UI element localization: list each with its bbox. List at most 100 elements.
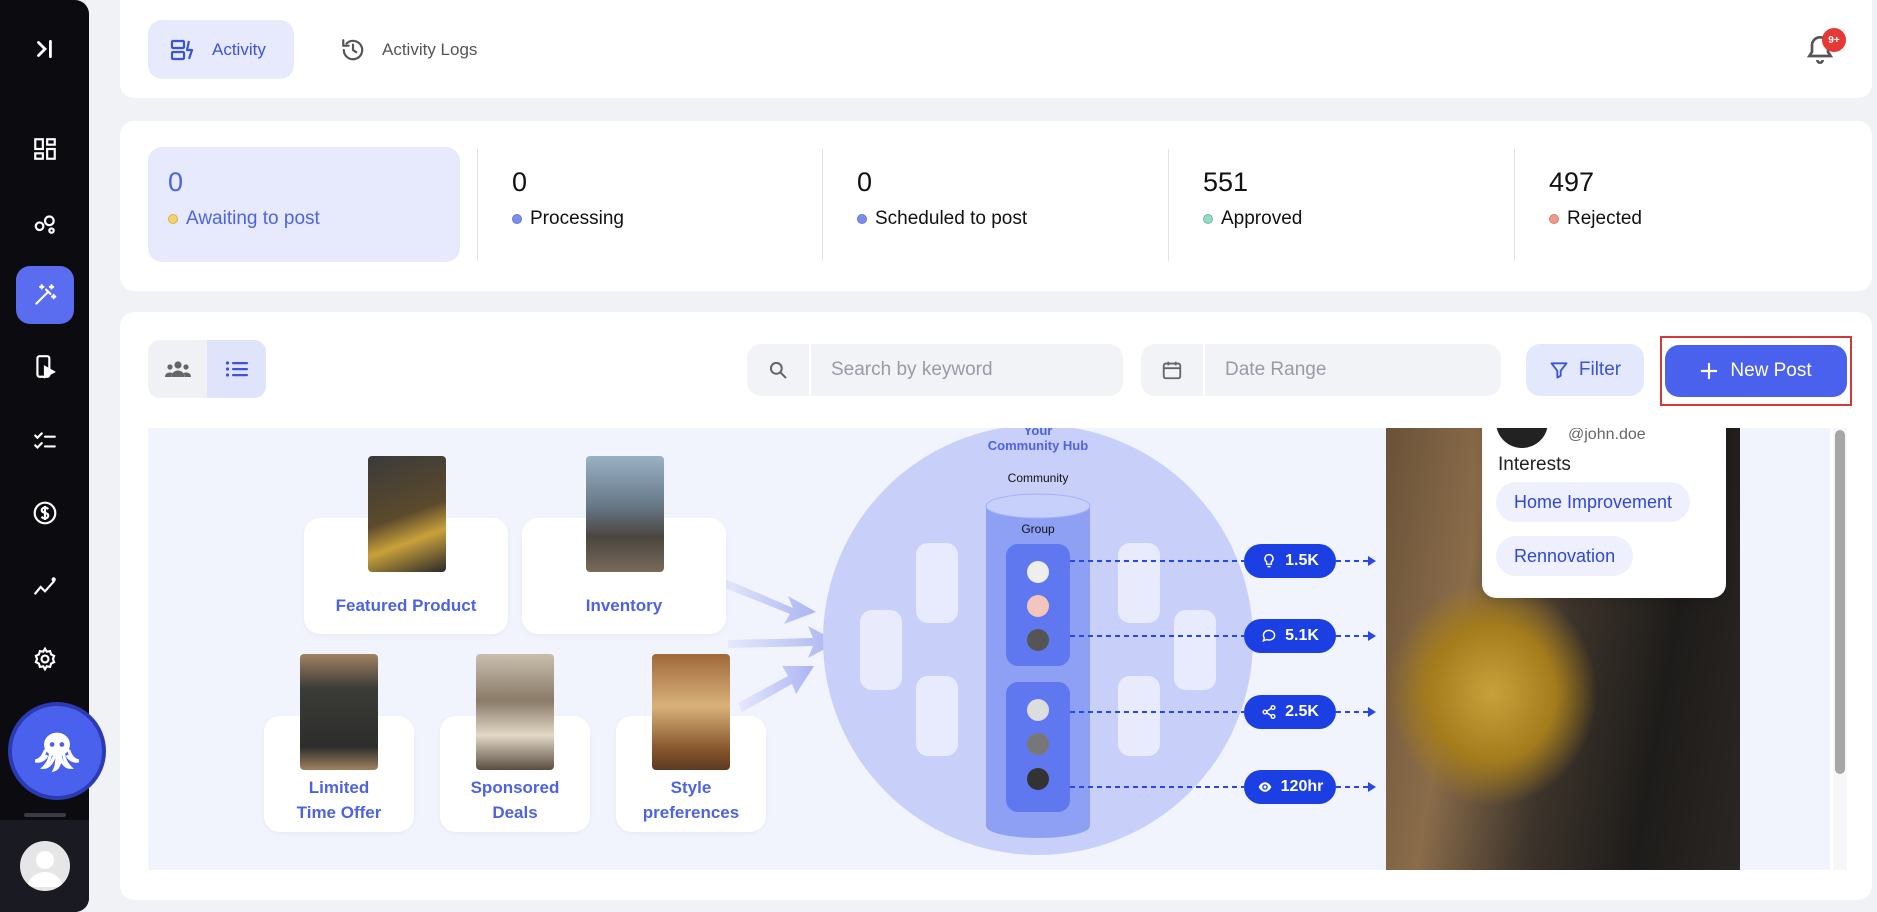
stat-value: 497 — [1549, 167, 1595, 197]
stat-label: Processing — [530, 208, 624, 229]
hub-title-line-2: Community Hub — [987, 437, 1089, 453]
comment-icon — [1262, 629, 1276, 642]
metric-ideas-pill: 1.5K — [1244, 544, 1336, 578]
collapse-sidebar-button[interactable] — [16, 20, 74, 78]
stat-value: 0 — [168, 167, 184, 197]
sidebar-item-dashboard[interactable] — [16, 120, 74, 178]
analytics-icon — [34, 577, 56, 595]
stat-label: Approved — [1221, 208, 1303, 229]
inventory-label: Inventory — [585, 596, 663, 615]
plus-icon — [1701, 362, 1718, 380]
featured-product-label: Featured Product — [335, 596, 477, 615]
filter-label: Filter — [1578, 359, 1622, 380]
sidebar — [0, 0, 102, 912]
octopus-icon — [34, 732, 80, 773]
limited-offer-label: Limited Time Offer — [264, 776, 414, 825]
interest-chip: Home Improvement — [1496, 482, 1691, 522]
avatar[interactable] — [19, 841, 70, 891]
group-view-button[interactable] — [148, 340, 207, 398]
stat-label: Scheduled to post — [875, 208, 1028, 229]
share-icon — [1262, 705, 1276, 719]
stat-rejected[interactable]: 497 Rejected — [1529, 147, 1849, 262]
new-post-button[interactable]: New Post — [1665, 345, 1847, 397]
group-icon — [164, 361, 191, 377]
metric-value: 5.1K — [1285, 627, 1319, 644]
group-label: Group — [1021, 522, 1055, 536]
date-range-box: Date Range — [1141, 344, 1501, 396]
stat-value: 0 — [857, 167, 873, 197]
limited-offer-image — [300, 654, 378, 770]
list-view-button[interactable] — [207, 340, 266, 398]
limited-offer-label-line-2: Time Offer — [296, 802, 382, 822]
divider — [1514, 149, 1515, 261]
sidebar-item-community[interactable] — [16, 194, 74, 252]
status-dot — [512, 214, 522, 224]
metric-value: 1.5K — [1285, 552, 1319, 569]
notification-badge: 9+ — [1822, 28, 1846, 52]
new-post-label: New Post — [1730, 360, 1812, 381]
history-icon — [342, 38, 364, 60]
user-menu[interactable] — [0, 820, 89, 912]
tab-activity-label: Activity — [212, 39, 266, 59]
sidebar-item-settings[interactable] — [16, 630, 74, 688]
top-bar: Activity Activity Logs 9+ — [120, 0, 1872, 98]
style-preferences-image — [652, 654, 730, 770]
sidebar-item-tasks[interactable] — [16, 412, 74, 470]
sidebar-item-media[interactable] — [16, 338, 74, 396]
divider — [1168, 149, 1169, 261]
status-summary: 0 Awaiting to post 0 Processing 0 Schedu… — [120, 121, 1872, 291]
checklist-icon — [34, 432, 56, 450]
scrollbar-thumb[interactable] — [1835, 430, 1845, 774]
collapse-sidebar-icon — [37, 40, 52, 58]
profile-handle: @john.doe — [1568, 428, 1646, 443]
eye-icon — [1258, 782, 1272, 792]
search-button[interactable] — [747, 344, 811, 396]
stat-processing[interactable]: 0 Processing — [492, 147, 812, 262]
style-preferences-label: Style preferences — [616, 776, 766, 825]
sidebar-item-magic[interactable] — [16, 266, 74, 324]
stat-value: 0 — [512, 167, 528, 197]
sponsored-deals-image — [476, 654, 554, 770]
community-icon — [34, 215, 55, 234]
stat-scheduled[interactable]: 0 Scheduled to post — [837, 147, 1157, 262]
profile-avatar — [1496, 428, 1548, 448]
search-box: Search by keyword — [747, 344, 1123, 396]
interest-chip: Rennovation — [1496, 536, 1634, 576]
sponsored-deals-label-line-2: Deals — [492, 802, 538, 822]
metric-comments-pill: 5.1K — [1244, 619, 1336, 653]
stat-awaiting[interactable]: 0 Awaiting to post — [148, 147, 460, 262]
status-dot — [857, 214, 867, 224]
date-range-input[interactable]: Date Range — [1205, 359, 1326, 381]
filter-button[interactable]: Filter — [1526, 344, 1644, 396]
tab-activity[interactable]: Activity — [148, 20, 294, 79]
sidebar-item-analytics[interactable] — [16, 558, 74, 616]
interests-title: Interests — [1498, 454, 1571, 475]
sidebar-item-billing[interactable] — [16, 484, 74, 542]
divider — [822, 149, 823, 261]
hub-title: Your Community Hub — [968, 428, 1108, 454]
assistant-bot-button[interactable] — [12, 706, 102, 796]
metric-value: 2.5K — [1285, 703, 1319, 720]
stat-label: Rejected — [1567, 208, 1642, 229]
sidebar-divider — [24, 813, 66, 817]
status-dot — [1203, 214, 1213, 224]
sponsored-deals-label: Sponsored Deals — [440, 776, 590, 825]
inventory-image — [586, 456, 664, 572]
calendar-button[interactable] — [1141, 344, 1205, 396]
limited-offer-label-line-1: Limited — [308, 778, 370, 797]
promo-illustration: Your Community Hub Community Group Featu… — [148, 428, 1830, 870]
tab-activity-logs-label: Activity Logs — [382, 39, 478, 59]
stat-approved[interactable]: 551 Approved — [1183, 147, 1503, 262]
tab-activity-logs[interactable]: Activity Logs — [318, 20, 499, 79]
stat-label: Awaiting to post — [186, 208, 320, 229]
search-input[interactable]: Search by keyword — [811, 359, 993, 381]
calendar-icon — [1162, 361, 1182, 380]
style-preferences-label-line-2: preferences — [642, 802, 740, 822]
style-preferences-label-line-1: Style — [670, 778, 712, 797]
main-panel: Search by keyword Date Range Filter New … — [120, 312, 1872, 900]
featured-product-image — [368, 456, 446, 572]
lightbulb-icon — [1264, 553, 1274, 568]
settings-icon — [34, 646, 56, 672]
metric-views-pill: 120hr — [1244, 770, 1336, 804]
community-label: Community — [1007, 471, 1069, 485]
